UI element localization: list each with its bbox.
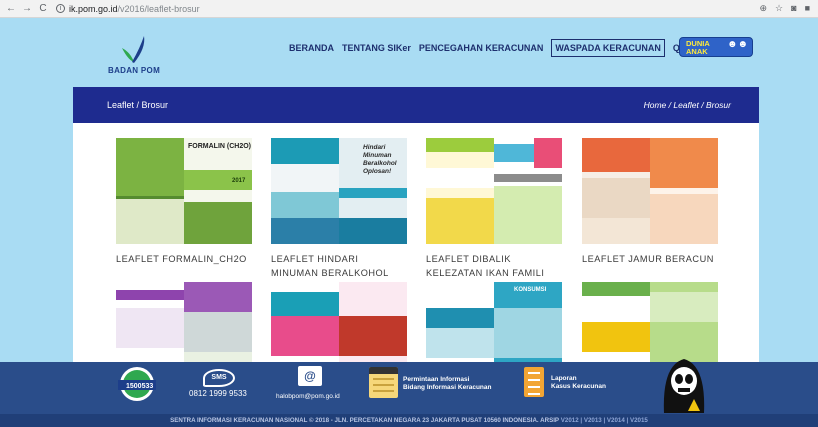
dunia-anak-button[interactable]: DUNIA ANAK ☻☻ xyxy=(679,37,753,57)
leaflet-card[interactable]: LEAFLET DIBALIK KELEZATAN IKAN FAMILI SK… xyxy=(426,138,562,294)
extension-icon[interactable]: ■ xyxy=(805,3,810,14)
thumb-year: 2017 xyxy=(232,178,246,184)
back-icon[interactable]: ← xyxy=(6,3,16,14)
leaflet-title[interactable]: LEAFLET FORMALIN_CH2O xyxy=(116,252,252,266)
leaflet-thumbnail[interactable]: Hindari Minuman Beralkohol Oplosan! xyxy=(271,138,407,244)
breadcrumb[interactable]: Home / Leaflet / Brosur xyxy=(644,100,731,110)
copyright-text: SENTRA INFORMASI KERACUNAN NASIONAL © 20… xyxy=(170,417,560,424)
leaflet-card[interactable]: FORMALIN (CH2O) 2017 LEAFLET FORMALIN_CH… xyxy=(116,138,252,266)
info-icon[interactable]: i xyxy=(56,4,65,13)
mascot-skull-icon xyxy=(663,359,705,413)
email-address: halobpom@pom.go.id xyxy=(276,393,340,400)
url-path: /v2016/leaflet-brosur xyxy=(117,3,200,14)
info-request-line1: Permintaan Informasi xyxy=(403,376,470,383)
page-title-bar: Leaflet / Brosur Home / Leaflet / Brosur xyxy=(73,87,759,123)
star-icon[interactable]: ☆ xyxy=(775,3,783,14)
hotline-number[interactable]: 1500533 xyxy=(126,383,153,390)
leaflet-card[interactable]: LEAFLET JAMUR BERACUN xyxy=(582,138,718,266)
zoom-icon[interactable]: ⊕ xyxy=(760,3,768,14)
forward-icon[interactable]: → xyxy=(22,3,32,14)
main-nav: BERANDA TENTANG SIKer PENCEGAHAN KERACUN… xyxy=(289,39,698,57)
nav-waspada-keracunan[interactable]: WASPADA KERACUNAN xyxy=(551,39,665,57)
leaflet-card[interactable]: Hindari Minuman Beralkohol Oplosan! LEAF… xyxy=(271,138,407,294)
footer-copyright-bar: SENTRA INFORMASI KERACUNAN NASIONAL © 20… xyxy=(0,414,818,427)
page-title: Leaflet / Brosur xyxy=(107,100,169,110)
nav-pencegahan-keracunan[interactable]: PENCEGAHAN KERACUNAN xyxy=(419,40,544,56)
info-request-link[interactable]: Permintaan Informasi Bidang Informasi Ke… xyxy=(403,376,492,392)
leaflet-thumbnail[interactable] xyxy=(582,138,718,244)
report-line2: Kasus Keracunan xyxy=(551,383,606,390)
leaflet-thumbnail[interactable] xyxy=(426,138,562,244)
browser-toolbar: ← → C i ik.pom.go.id/v2016/leaflet-brosu… xyxy=(0,0,818,18)
info-request-line2: Bidang Informasi Keracunan xyxy=(403,384,492,391)
nav-tentang-siker[interactable]: TENTANG SIKer xyxy=(342,40,411,56)
reload-icon[interactable]: C xyxy=(38,3,48,14)
report-link[interactable]: Laporan Kasus Keracunan xyxy=(551,375,606,391)
leaflet-thumbnail[interactable]: FORMALIN (CH2O) 2017 xyxy=(116,138,252,244)
notepad-icon[interactable] xyxy=(369,367,398,398)
url-host: ik.pom.go.id xyxy=(69,3,118,14)
thumb-title: Hindari Minuman Beralkohol Oplosan! xyxy=(363,144,397,175)
address-bar[interactable]: i ik.pom.go.id/v2016/leaflet-brosur xyxy=(56,4,200,14)
sms-contact[interactable]: SMS 0812 1999 9533 xyxy=(189,369,255,398)
thumb-title: KONSUMSI xyxy=(514,287,547,293)
leaflet-title[interactable]: LEAFLET JAMUR BERACUN xyxy=(582,252,718,266)
report-icon[interactable] xyxy=(524,367,544,397)
badan-pom-logo[interactable]: BADAN POM xyxy=(108,34,161,78)
email-icon: @ xyxy=(298,366,322,386)
report-line1: Laporan xyxy=(551,375,577,382)
kids-icon: ☻☻ xyxy=(726,39,748,50)
sms-number: 0812 1999 9533 xyxy=(189,389,247,398)
sms-icon: SMS xyxy=(203,369,235,387)
thumb-title: FORMALIN (CH2O) xyxy=(188,143,251,150)
email-contact[interactable]: @ halobpom@pom.go.id xyxy=(276,366,362,400)
logo-text: BADAN POM xyxy=(108,66,161,75)
nav-beranda[interactable]: BERANDA xyxy=(289,40,334,56)
logo-icon xyxy=(122,36,145,63)
archive-links[interactable]: V2012 | V2013 | V2014 | V2015 xyxy=(561,417,648,424)
camera-icon[interactable]: ◙ xyxy=(791,3,796,14)
